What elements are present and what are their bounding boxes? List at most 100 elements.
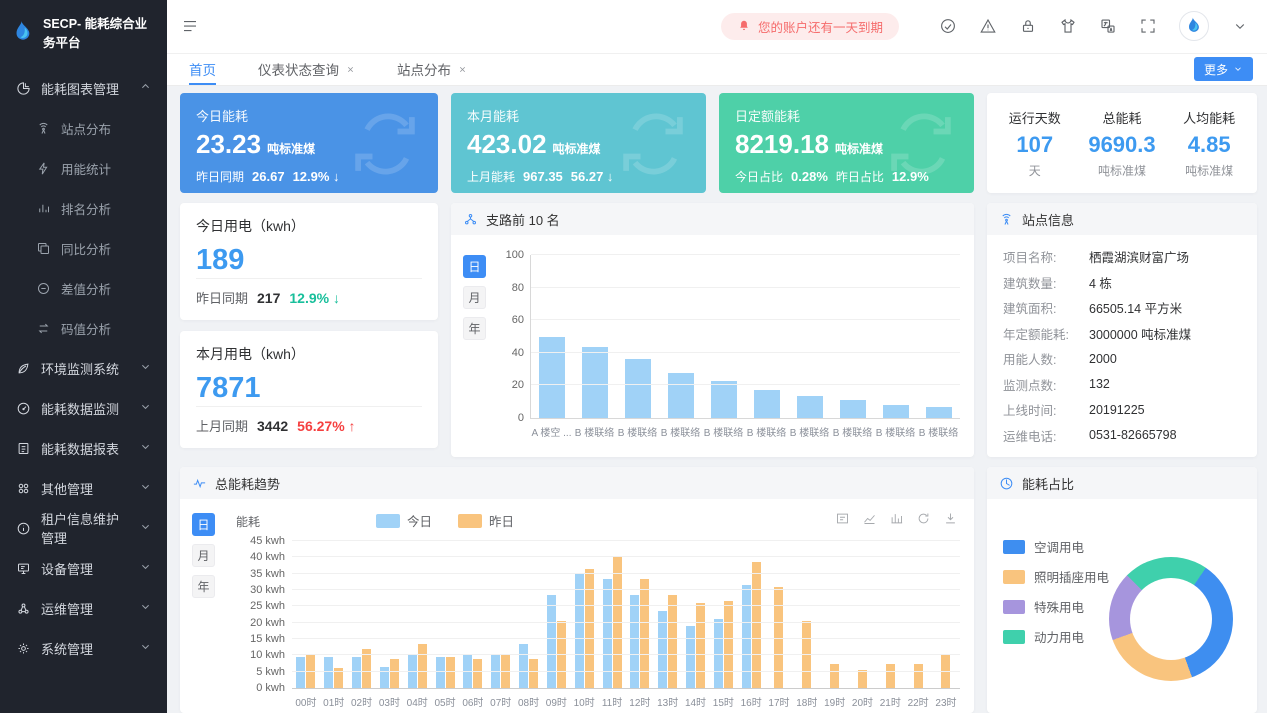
tab-0[interactable]: 首页 [189,54,216,85]
bar-今日[interactable] [324,657,333,688]
bar-今日[interactable] [408,655,417,688]
account-expiry-notice[interactable]: 您的账户还有一天到期 [721,13,899,40]
bar-昨日[interactable] [418,644,427,688]
sidebar-subitem-0-4[interactable]: 差值分析 [0,268,167,308]
bar-昨日[interactable] [724,601,733,688]
pie-chart-icon [16,81,31,96]
close-tab-icon[interactable] [346,65,355,74]
bar-今日[interactable] [686,626,695,688]
warning-icon[interactable] [979,17,997,35]
x-tick-label: 08时 [515,694,543,709]
refresh-icon[interactable] [916,511,931,529]
gauge-icon [16,401,31,416]
sidebar-item-4[interactable]: 其他管理 [0,468,167,508]
legend-swatch [1003,570,1025,584]
stat-card-1: 本月能耗 423.02吨标准煤 上月能耗967.3556.27 ↓ [451,93,706,193]
tab-1[interactable]: 仪表状态查询 [258,54,355,85]
sidebar-subitem-0-1[interactable]: 用能统计 [0,148,167,188]
bar-昨日[interactable] [830,664,839,689]
bar-今日[interactable] [547,595,556,688]
bar[interactable] [582,347,608,418]
copy-icon [36,241,51,256]
toggle-年[interactable]: 年 [192,575,215,598]
bar-group [515,541,543,688]
sidebar-subitem-0-5[interactable]: 码值分析 [0,308,167,348]
bar-昨日[interactable] [529,659,538,688]
bar-chart-icon[interactable] [889,511,904,529]
bar[interactable] [840,400,866,418]
bar-group [660,255,703,418]
tab-2[interactable]: 站点分布 [397,54,467,85]
legend-item[interactable]: 今日 [376,511,432,530]
bar-昨日[interactable] [752,562,761,688]
bar-昨日[interactable] [473,659,482,688]
bar[interactable] [926,407,952,418]
sidebar-subitem-0-0[interactable]: 站点分布 [0,108,167,148]
lock-icon[interactable] [1019,17,1037,35]
top-header: 您的账户还有一天到期 [167,0,1267,54]
sidebar-item-2[interactable]: 能耗数据监测 [0,388,167,428]
sidebar-item-5[interactable]: 租户信息维护管理 [0,508,167,548]
bar-今日[interactable] [742,585,751,688]
legend-item[interactable]: 昨日 [458,511,514,530]
sidebar-subitem-0-3[interactable]: 同比分析 [0,228,167,268]
bar-今日[interactable] [352,657,361,688]
toggle-月[interactable]: 月 [192,544,215,567]
user-avatar[interactable] [1179,11,1209,41]
bar-昨日[interactable] [446,657,455,688]
bar-今日[interactable] [658,611,667,688]
bar[interactable] [797,396,823,418]
sidebar-item-8[interactable]: 系统管理 [0,628,167,668]
bar-今日[interactable] [519,644,528,688]
sidebar-item-7[interactable]: 运维管理 [0,588,167,628]
bar-昨日[interactable] [858,670,867,688]
bar-昨日[interactable] [886,664,895,689]
bar[interactable] [668,373,694,418]
bar[interactable] [754,390,780,418]
footer-value: 56.27 ↓ [571,169,614,184]
panel-header: 总能耗趋势 [180,467,974,499]
data-view-icon[interactable] [835,511,850,529]
legend-item[interactable]: 空调用电 [1003,537,1241,556]
bar-昨日[interactable] [668,595,677,688]
more-tabs-button[interactable]: 更多 [1194,57,1253,81]
toggle-年[interactable]: 年 [463,317,486,340]
sidebar-subitem-0-2[interactable]: 排名分析 [0,188,167,228]
tabs: 首页 仪表状态查询 站点分布 [189,54,467,85]
footer-value: 3442 [257,418,288,434]
bar[interactable] [883,405,909,418]
bar-昨日[interactable] [390,659,399,688]
sidebar-item-3[interactable]: 能耗数据报表 [0,428,167,468]
bar[interactable] [539,337,565,419]
line-chart-icon[interactable] [862,511,877,529]
skin-icon[interactable] [1059,17,1077,35]
sidebar-item-6[interactable]: 设备管理 [0,548,167,588]
bar-昨日[interactable] [914,664,923,689]
toggle-月[interactable]: 月 [463,286,486,309]
bar[interactable] [625,359,651,418]
refresh-icon [916,511,931,526]
sidebar-item-label: 租户信息维护管理 [41,509,128,547]
bar-今日[interactable] [436,657,445,688]
bar-今日[interactable] [630,595,639,688]
x-tick-label: 14时 [682,694,710,709]
download-icon [943,511,958,526]
toggle-日[interactable]: 日 [192,513,215,536]
footer-label: 上月能耗 [467,168,515,185]
collapse-menu-icon[interactable] [181,17,199,35]
close-tab-icon[interactable] [458,65,467,74]
toggle-日[interactable]: 日 [463,255,486,278]
caret-down-icon [138,399,153,414]
close-icon [458,65,467,74]
fullscreen-icon[interactable] [1139,17,1157,35]
bar-昨日[interactable] [696,603,705,688]
sidebar-item-1[interactable]: 环境监测系统 [0,348,167,388]
language-icon[interactable] [1099,17,1117,35]
bar-昨日[interactable] [613,557,622,688]
bar[interactable] [711,381,737,418]
download-icon[interactable] [943,511,958,529]
sidebar-item-0[interactable]: 能耗图表管理 [0,68,167,108]
theme-icon[interactable] [939,17,957,35]
bar-今日[interactable] [296,657,305,688]
user-menu-chevron-icon[interactable] [1231,17,1249,35]
